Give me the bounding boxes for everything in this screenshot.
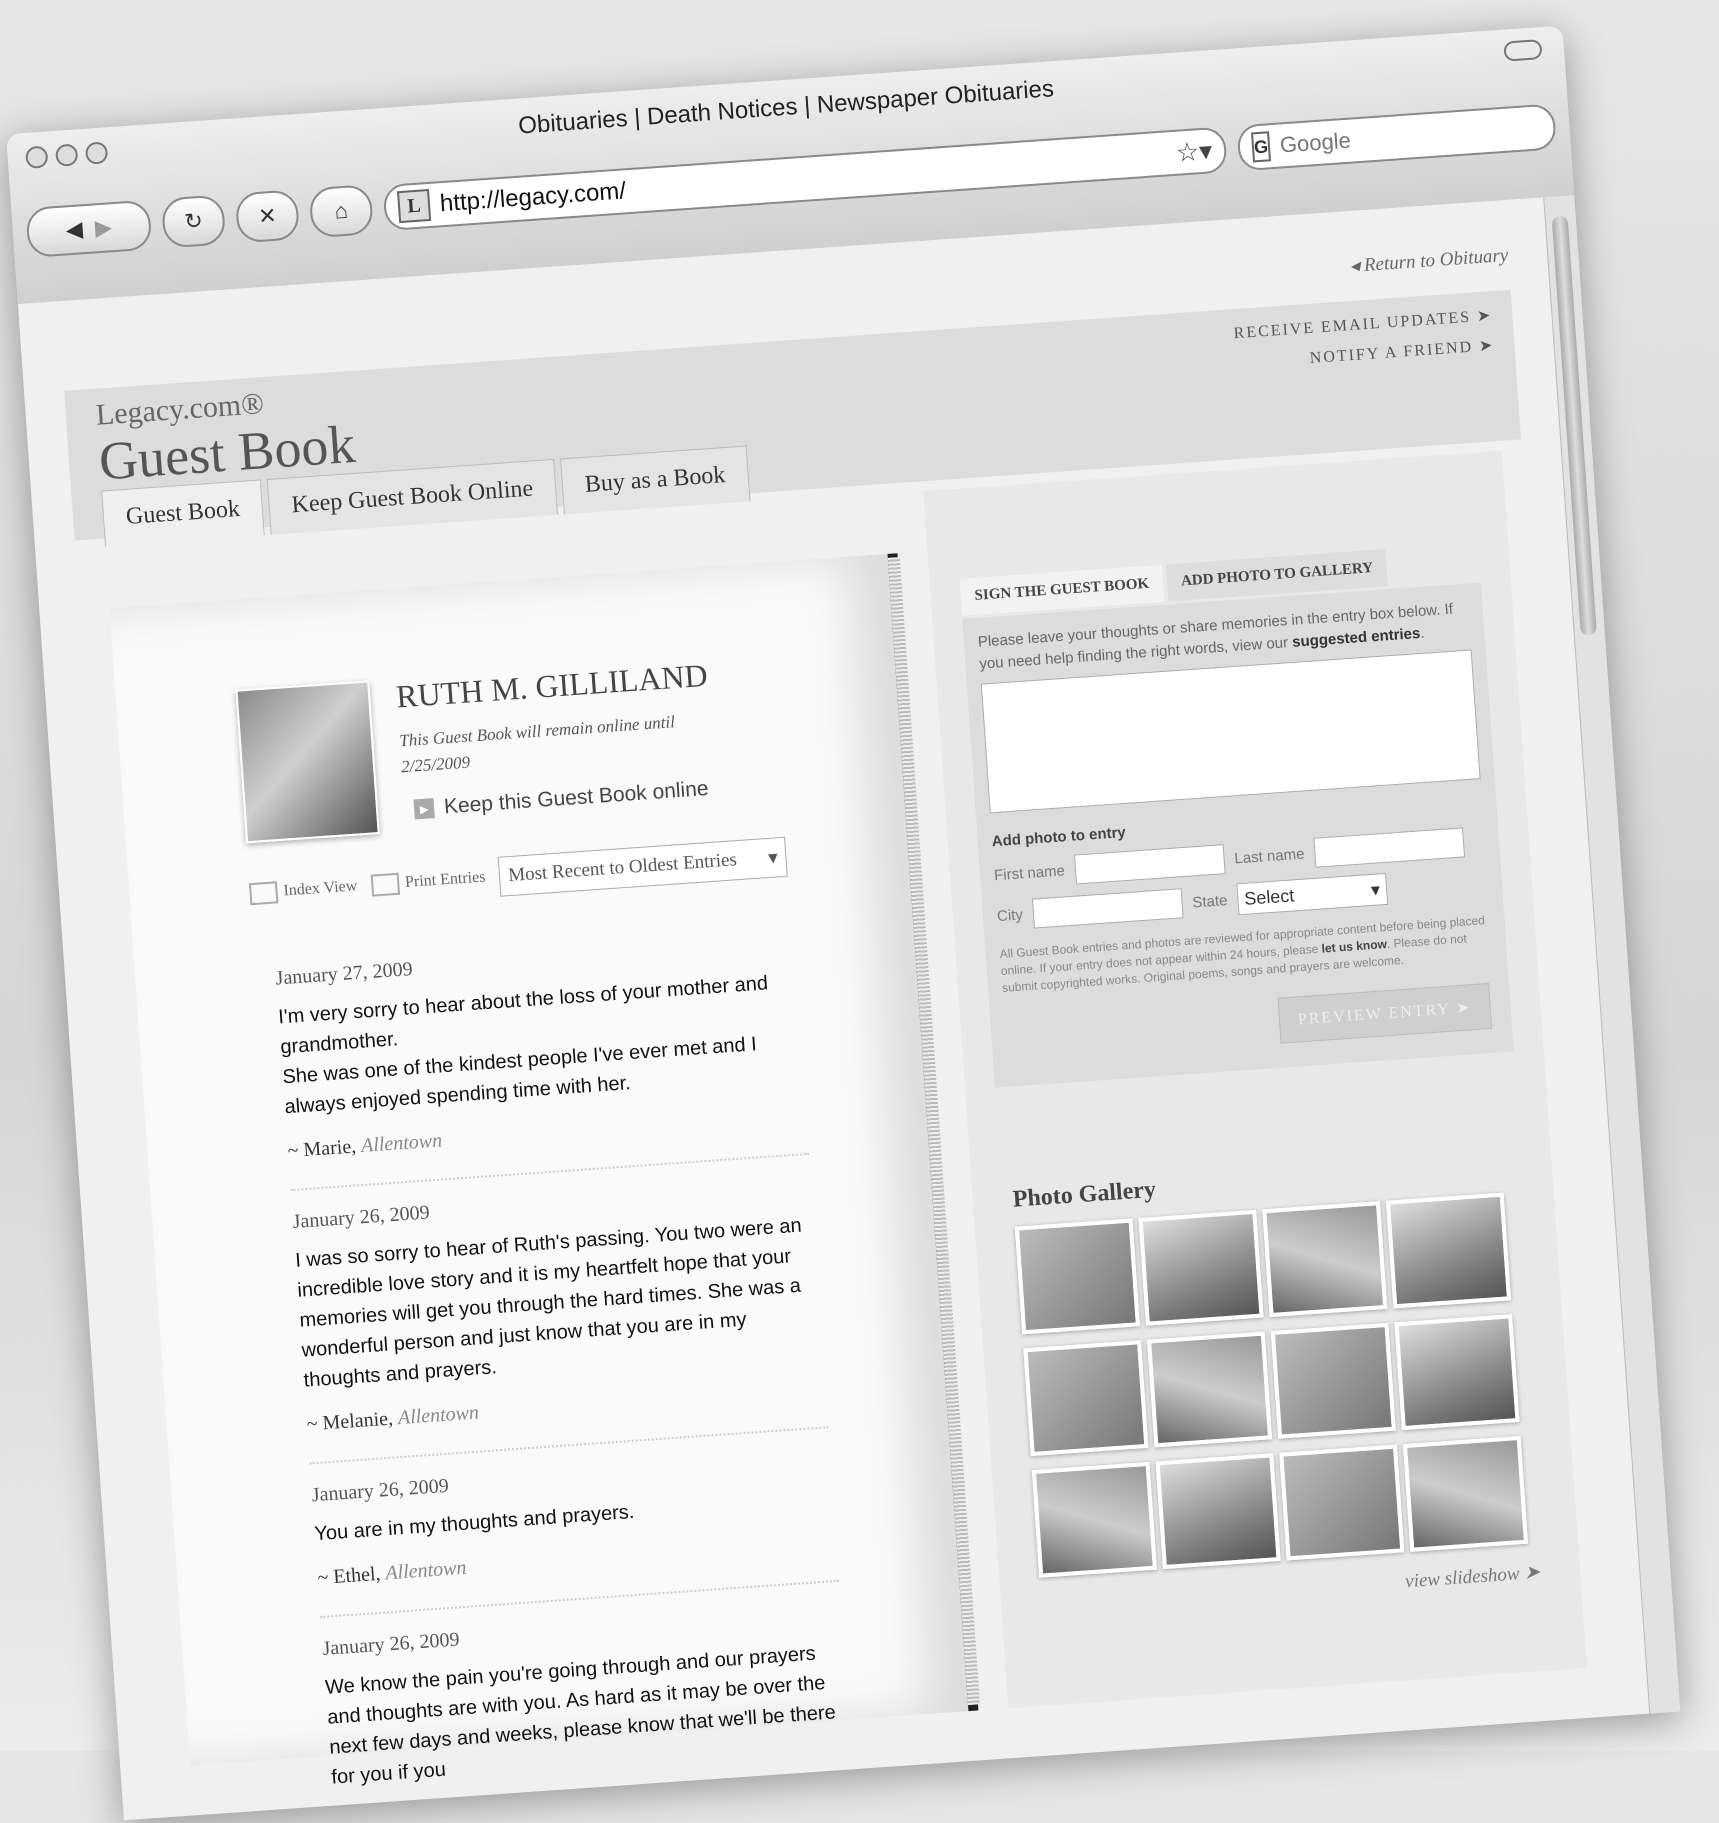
chevron-down-icon: ▾ [767,846,779,869]
state-label: State [1191,891,1228,911]
state-value: Select [1243,884,1295,909]
sign-form: Please leave your thoughts or share memo… [962,582,1514,1088]
first-name-field[interactable] [1073,844,1226,885]
entry-tools: Index View Print Entries Most Recent to … [248,836,789,914]
tab-buy-as-a-book[interactable]: Buy as a Book [560,445,751,515]
entry-location: Allentown [384,1556,468,1585]
site-favicon: L [397,188,432,224]
preview-entry-button[interactable]: PREVIEW ENTRY ➤ [1277,982,1493,1044]
entry-text: We know the pain you're going through an… [324,1642,837,1789]
gallery-photo[interactable] [1402,1435,1529,1552]
search-input[interactable] [1277,111,1571,160]
entry-author: ~ Ethel, [316,1562,382,1590]
search-icon[interactable]: ⌕ [1576,111,1590,138]
index-view-link[interactable]: Index View [248,876,358,906]
gallery-photo[interactable] [1146,1331,1273,1448]
search-box[interactable]: G ⌕ [1236,103,1590,172]
reload-icon: ↻ [183,207,204,235]
index-view-label[interactable]: Index View [283,877,358,899]
printer-icon [370,872,400,897]
gallery-photo[interactable] [1279,1444,1405,1561]
gallery-photo[interactable] [1262,1201,1388,1318]
last-name-label: Last name [1233,845,1305,867]
home-button[interactable]: ⌂ [308,184,374,239]
deceased-name: RUTH M. GILLILAND [395,656,709,715]
list-item: January 27, 2009 I'm very sorry to hear … [273,911,810,1192]
stop-button[interactable]: ✕ [234,189,301,244]
list-item: January 26, 2009 I was so sorry to hear … [290,1154,829,1465]
url-text[interactable]: http://legacy.com/ [439,140,1167,219]
intro-end: . [1419,624,1426,642]
stop-icon: ✕ [257,202,278,229]
last-name-field[interactable] [1313,827,1465,868]
photo-gallery-grid [1014,1192,1529,1578]
entry-text: I was so sorry to hear of Ruth's passing… [294,1214,803,1392]
gallery-photo[interactable] [1014,1218,1140,1335]
sign-panel: SIGN THE GUEST BOOK ADD PHOTO TO GALLERY… [923,450,1587,1709]
photo-gallery-title: Photo Gallery [1011,1176,1157,1213]
gallery-photo[interactable] [1138,1209,1264,1326]
entry-location: Allentown [360,1129,443,1158]
keep-online-label[interactable]: Keep this Guest Book online [443,777,709,819]
sort-order-select[interactable]: Most Recent to Oldest Entries ▾ [497,836,789,897]
gallery-photo[interactable] [1385,1192,1512,1309]
search-engine-icon[interactable]: G [1250,131,1272,163]
entry-author: ~ Melanie, [306,1407,394,1436]
gallery-photo[interactable] [1031,1461,1158,1578]
print-entries-label[interactable]: Print Entries [405,868,486,891]
list-item: January 26, 2009 We know the pain you're… [320,1582,853,1819]
suggested-entries-link[interactable]: suggested entries [1292,625,1421,651]
city-field[interactable] [1031,888,1184,929]
deceased-portrait [235,680,380,844]
state-select[interactable]: Select ▾ [1236,872,1389,916]
web-page: ◂ Return to Obituary Legacy.com® Guest B… [17,197,1651,1821]
entry-location: Allentown [397,1401,480,1430]
keep-online-link[interactable]: ▶ Keep this Guest Book online [413,777,709,822]
chevron-down-icon: ▾ [1370,878,1381,900]
first-name-label: First name [993,861,1066,884]
forward-icon[interactable]: ▶ [94,214,113,241]
entry-text: I'm very sorry to hear about the loss of… [277,972,769,1119]
reload-button[interactable]: ↻ [160,194,227,249]
let-us-know-link[interactable]: let us know [1321,937,1387,956]
index-view-icon [248,881,279,906]
screen-scene: Obituaries | Death Notices | Newspaper O… [0,0,1718,1821]
gallery-photo[interactable] [1023,1340,1149,1457]
gallery-photo[interactable] [1394,1314,1520,1431]
browser-window: Obituaries | Death Notices | Newspaper O… [6,25,1681,1821]
toolbar-toggle-button[interactable] [1503,39,1543,62]
back-icon[interactable]: ◀ [65,216,84,243]
home-icon: ⌂ [333,197,349,224]
entry-author: ~ Marie, [286,1135,357,1163]
tab-guest-book[interactable]: Guest Book [101,479,265,547]
guest-book-entries: January 27, 2009 I'm very sorry to hear … [273,911,853,1818]
online-until-text: This Guest Book will remain online until… [398,712,676,777]
return-to-obituary-link[interactable]: ◂ Return to Obituary [1349,244,1509,278]
address-bar[interactable]: L http://legacy.com/ ☆▾ [382,126,1228,232]
view-slideshow-link[interactable]: view slideshow ➤ [1404,1561,1541,1593]
gallery-photo[interactable] [1155,1453,1281,1570]
guest-book-panel: RUTH M. GILLILAND This Guest Book will r… [109,553,979,1789]
city-label: City [996,905,1024,925]
bookmark-star-icon[interactable]: ☆▾ [1175,135,1213,168]
entry-textarea[interactable] [980,649,1481,814]
print-entries-link[interactable]: Print Entries [370,867,486,897]
gallery-photo[interactable] [1270,1322,1396,1439]
play-arrow-icon: ▶ [413,798,435,820]
sort-order-value: Most Recent to Oldest Entries [507,849,738,887]
back-forward-buttons[interactable]: ◀ ▶ [25,199,153,259]
